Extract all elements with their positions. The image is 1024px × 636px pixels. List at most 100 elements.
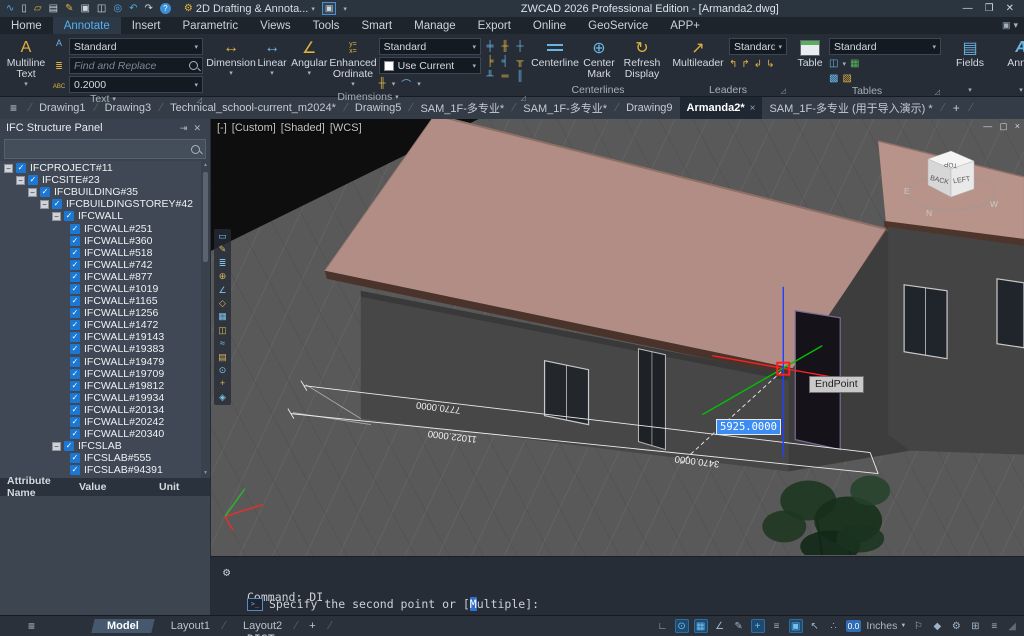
group-footer-dimensions[interactable]: Dimensions ▾ ◿ [209,91,527,103]
ifc-search-input[interactable] [4,139,206,159]
checkbox-checked-icon[interactable]: ✓ [70,320,80,330]
refresh-display-button[interactable]: ↻ Refresh Display [621,36,663,83]
checkbox-checked-icon[interactable]: ✓ [70,344,80,354]
tree-item[interactable]: ✓IFCWALL#877 [0,271,210,283]
workspace-switch-icon[interactable]: ◆ [930,619,944,633]
checkbox-checked-icon[interactable]: ✓ [70,260,80,270]
dim-layer-select[interactable]: Use Current ▾ [379,57,481,74]
tab-online[interactable]: Online [522,17,577,34]
polar-tracking-icon[interactable]: ⊙ [675,619,689,633]
visual-style-control[interactable]: [Shaded] [281,122,325,134]
side-tool-icon[interactable]: + [220,379,225,388]
checkbox-checked-icon[interactable]: ✓ [70,417,80,427]
dialog-launcher-icon[interactable]: ◿ [781,87,786,95]
undo-icon[interactable]: ↶ [129,0,137,17]
tree-scrollbar[interactable]: ▲ ▼ [201,161,210,478]
new-tab-button[interactable]: + [945,101,968,115]
doc-tab[interactable]: Drawing9 [619,97,679,119]
checkbox-checked-icon[interactable]: ✓ [70,405,80,415]
table-cell-icon[interactable]: ▩ [829,73,838,84]
group-footer-leaders[interactable]: Leaders ◿ [669,83,787,96]
units-select[interactable]: Inches ▼ [866,620,906,632]
angular-button[interactable]: ∠ Angular ▾ [291,36,327,91]
side-tool-icon[interactable]: ▭ [218,232,227,241]
side-tool-icon[interactable]: ◫ [218,326,227,335]
tree-item[interactable]: ✓IFCWALL#1165 [0,295,210,307]
save-icon[interactable]: ▤ [49,0,58,17]
collect-leader-icon[interactable]: ↳ [766,59,774,70]
checkbox-checked-icon[interactable]: ✓ [40,187,50,197]
print-icon[interactable]: ◫ [97,0,106,17]
side-tool-icon[interactable]: ≈ [220,339,225,348]
checkbox-checked-icon[interactable]: ✓ [70,393,80,403]
align-leader-icon[interactable]: ↲ [754,59,762,70]
precision-badge[interactable]: 0.0 [846,620,862,632]
search-icon[interactable] [189,61,198,70]
tab-insert[interactable]: Insert [121,17,172,34]
dynamic-input-field[interactable]: 5925.0000 [716,419,781,435]
tree-item[interactable]: ✓IFCSLAB#94391 [0,464,210,476]
linear-button[interactable]: ↔ Linear ▾ [255,36,289,91]
ucs-control[interactable]: [WCS] [330,122,362,134]
tab-views[interactable]: Views [249,17,301,34]
doc-tab[interactable]: SAM_1F-多专业* [516,97,614,119]
checkbox-checked-icon[interactable]: ✓ [64,211,74,221]
object-snap-icon[interactable]: ▦ [694,619,708,633]
dim-tool-icon[interactable]: ═ [498,69,512,83]
workspace-switcher[interactable]: ⚙ 2D Drafting & Annota... ▾ [184,0,315,17]
layout-menu-icon[interactable]: ≡ [28,619,35,633]
checkbox-checked-icon[interactable]: ✓ [70,369,80,379]
preview-icon[interactable]: ◎ [113,0,122,17]
tree-item[interactable]: −✓IFCBUILDING#35 [0,186,210,198]
spell-check-icon[interactable]: ABC [53,84,65,90]
resize-grip[interactable]: ◢ [1008,621,1016,632]
collapse-icon[interactable]: − [40,200,49,209]
view-cube[interactable]: TOP BACK LEFT E N W [896,141,1006,231]
scrollbar-thumb[interactable] [203,172,208,262]
multiline-text-button[interactable]: A Multiline Text ▾ [3,36,49,93]
ribbon-collapse-icon[interactable]: ▣▾ [996,17,1024,34]
close-tab-icon[interactable]: × [750,103,756,114]
tab-app-plus[interactable]: APP+ [659,17,711,34]
lineweight-icon[interactable]: ≡ [770,619,784,633]
open-file-icon[interactable]: ▱ [34,0,42,17]
text-style-select[interactable]: Standard ▾ [69,38,203,55]
dim-tool-icon[interactable]: ╡ [498,54,512,68]
doc-close-icon[interactable]: × [1015,121,1020,132]
tree-item[interactable]: ✓IFCWALL#1256 [0,307,210,319]
fields-button[interactable]: ▤ Fields [947,36,993,83]
dim-break-icon[interactable]: ╫ [379,78,386,89]
side-tool-icon[interactable]: ▦ [218,312,227,321]
sketch-icon[interactable]: ✎ [732,619,746,633]
group-footer-tables[interactable]: Tables ◿ [793,85,941,97]
dim-tool-icon[interactable]: ╨ [483,69,497,83]
annotation-button[interactable]: A Ann... [999,36,1024,83]
multileader-button[interactable]: ↗ Multileader [669,36,727,83]
cursor-select-icon[interactable]: ↖ [808,619,822,633]
collapse-icon[interactable]: − [52,442,61,451]
collapse-icon[interactable]: − [4,164,13,173]
view-control[interactable]: [Custom] [232,122,276,134]
dim-tool-icon[interactable]: ╥ [513,54,527,68]
dim-style-select[interactable]: Standard ▾ [379,38,481,55]
center-mark-button[interactable]: ⊕ Center Mark [579,36,619,83]
settings-gear-icon[interactable]: ⚙ [949,619,963,633]
close-icon[interactable]: ✕ [1006,3,1014,14]
remove-leader-icon[interactable]: ↱ [741,59,749,70]
briefcase-icon[interactable]: ▣ [322,2,337,15]
command-input-row[interactable]: >_ Specify the second point or [Multiple… [247,597,539,611]
command-line-panel[interactable]: ⚙ Command: DI DIST Specify the first poi… [211,556,1024,615]
tree-item[interactable]: −✓IFCBUILDINGSTOREY#42 [0,198,210,210]
tree-item[interactable]: −✓IFCSITE#23 [0,174,210,186]
table-edit-icon[interactable]: ▧ [842,73,851,84]
scroll-up-icon[interactable]: ▲ [203,161,208,170]
side-tool-icon[interactable]: ⊙ [219,366,227,375]
ortho-icon[interactable]: ∟ [656,619,670,633]
enhanced-ordinate-button[interactable]: y= x= Enhanced Ordinate ▾ [329,36,376,91]
dim-tool-icon[interactable]: ╞ [483,54,497,68]
dimension-button[interactable]: ↔ Dimension ▾ [209,36,253,91]
auto-hide-pin-icon[interactable]: ⇥ [177,123,191,134]
copy-icon[interactable]: ▣ [80,0,89,17]
table-insert-icon[interactable]: ▦ [850,58,859,69]
table-button[interactable]: Table [793,36,827,85]
